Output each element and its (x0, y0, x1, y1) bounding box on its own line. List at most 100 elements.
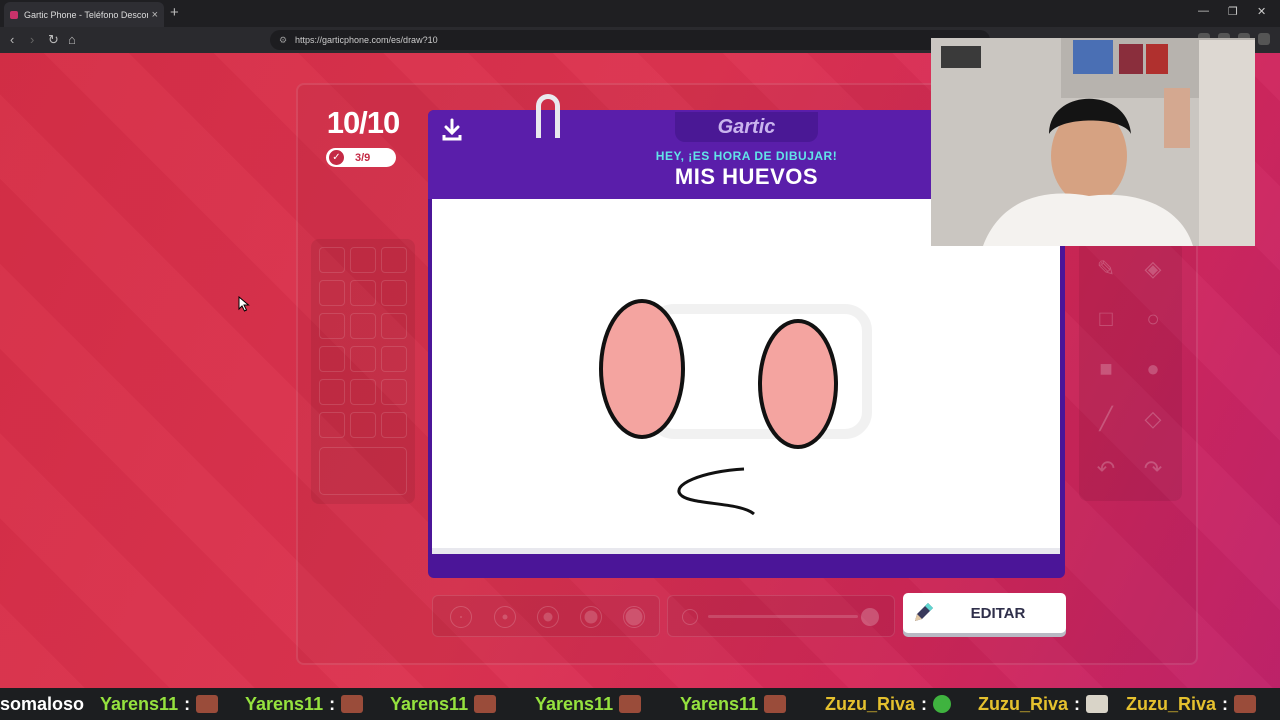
opacity-slider[interactable] (667, 595, 895, 637)
check-icon: ✓ (329, 150, 344, 165)
edit-button[interactable]: EDITAR (903, 593, 1066, 633)
notebook-ring (536, 94, 560, 138)
color-swatch[interactable] (350, 280, 376, 306)
ellipse-fill-tool-icon[interactable]: ● (1135, 351, 1171, 387)
color-swatch[interactable] (350, 313, 376, 339)
opacity-handle[interactable] (861, 608, 879, 626)
chat-message: Yarens11 (390, 693, 497, 715)
undo-icon[interactable]: ↶ (1088, 451, 1124, 487)
chat-separator: : (921, 694, 928, 714)
color-swatch[interactable] (319, 379, 345, 405)
color-swatch[interactable] (350, 247, 376, 273)
brush-size-selector (432, 595, 660, 637)
brush-size-option[interactable] (450, 606, 472, 628)
color-swatch[interactable] (381, 313, 407, 339)
new-tab-icon[interactable]: + (170, 4, 179, 21)
color-swatch[interactable] (319, 412, 345, 438)
tab-title: Gartic Phone - Teléfono Descom... (24, 9, 148, 20)
brush-size-option[interactable] (494, 606, 516, 628)
chat-message: somaloso (0, 693, 84, 715)
streamer-webcam (931, 38, 1255, 246)
chat-username: Yarens11 (100, 694, 179, 714)
chat-emote-icon (933, 695, 952, 713)
pencil-tool-icon[interactable]: ✎ (1088, 251, 1124, 287)
ellipse-outline-tool-icon[interactable]: ○ (1135, 301, 1171, 337)
color-swatch[interactable] (381, 247, 407, 273)
chat-username: Yarens11 (535, 694, 614, 714)
chat-message: Zuzu_Riva: (825, 693, 952, 715)
color-swatch[interactable] (319, 280, 345, 306)
brush-size-option[interactable] (537, 606, 559, 628)
redo-icon[interactable]: ↷ (1135, 451, 1171, 487)
chat-emote-icon (619, 695, 642, 713)
chat-username: Zuzu_Riva (1126, 694, 1217, 714)
round-counter: 10/10 (326, 105, 401, 140)
webcam-image (931, 38, 1255, 246)
chat-username: Yarens11 (245, 694, 324, 714)
back-icon[interactable]: ‹ (10, 32, 14, 47)
restore-icon[interactable]: ❐ (1228, 5, 1238, 18)
brush-size-option[interactable] (623, 606, 645, 628)
chat-username: somaloso (0, 694, 85, 714)
drawn-egg-right (758, 319, 838, 449)
players-done-badge: ✓ 3/9 (326, 148, 396, 167)
players-done-count: 3/9 (355, 151, 371, 164)
drawing-canvas[interactable] (432, 199, 1060, 554)
browser-tab[interactable]: Gartic Phone - Teléfono Descom... × (4, 2, 164, 27)
chat-message: Yarens11 (680, 693, 787, 715)
chat-ticker: somaloso Yarens11: Yarens11: Yarens11 Ya… (0, 688, 1280, 720)
player-drawing (599, 299, 872, 516)
chat-emote-icon (764, 695, 787, 713)
forward-icon[interactable]: › (30, 32, 34, 47)
color-swatch[interactable] (381, 412, 407, 438)
rectangle-outline-tool-icon[interactable]: □ (1088, 301, 1124, 337)
mouse-cursor-icon (238, 296, 250, 312)
close-tab-icon[interactable]: × (152, 9, 158, 21)
chat-emote-icon (1086, 695, 1109, 713)
line-tool-icon[interactable]: ╱ (1088, 401, 1124, 437)
drawn-mouth (677, 467, 755, 516)
color-swatch[interactable] (319, 346, 345, 372)
color-swatch[interactable] (381, 346, 407, 372)
color-swatch[interactable] (350, 379, 376, 405)
minimize-icon[interactable]: — (1198, 5, 1209, 17)
pencil-icon (915, 603, 933, 621)
color-palette (311, 239, 415, 504)
chat-emote-icon (1234, 695, 1257, 713)
chat-username: Zuzu_Riva (978, 694, 1069, 714)
rectangle-fill-tool-icon[interactable]: ■ (1088, 351, 1124, 387)
color-swatch[interactable] (319, 313, 345, 339)
chat-separator: : (1074, 694, 1081, 714)
chat-username: Yarens11 (390, 694, 469, 714)
address-bar[interactable]: ⚙ https://garticphone.com/es/draw?10 (270, 30, 990, 50)
chat-emote-icon (474, 695, 497, 713)
opacity-min-icon (682, 609, 698, 625)
chat-emote-icon (341, 695, 364, 713)
eraser-tool-icon[interactable]: ◈ (1135, 251, 1171, 287)
chat-separator: : (329, 694, 336, 714)
close-window-icon[interactable]: ✕ (1257, 5, 1266, 18)
brush-size-option[interactable] (580, 606, 602, 628)
url-text: https://garticphone.com/es/draw?10 (295, 35, 438, 45)
bucket-tool-icon[interactable]: ◇ (1135, 401, 1171, 437)
edit-button-label: EDITAR (970, 604, 1026, 622)
color-swatch[interactable] (381, 379, 407, 405)
menu-icon[interactable] (1258, 33, 1270, 45)
reload-icon[interactable]: ↻ (48, 32, 59, 47)
download-icon[interactable] (441, 118, 463, 142)
color-swatch[interactable] (350, 346, 376, 372)
color-swatch[interactable] (381, 280, 407, 306)
color-swatch[interactable] (350, 412, 376, 438)
chat-separator: : (1222, 694, 1229, 714)
drawn-egg-left (599, 299, 685, 439)
drawing-tools: ✎ ◈ □ ○ ■ ● ╱ ◇ ↶ ↷ (1079, 241, 1182, 501)
gartic-favicon-icon (10, 10, 18, 19)
opacity-track[interactable] (708, 615, 858, 618)
chat-emote-icon (196, 695, 219, 713)
site-info-icon[interactable]: ⚙ (279, 30, 287, 50)
chat-message: Yarens11: (100, 693, 219, 715)
home-icon[interactable]: ⌂ (68, 32, 76, 47)
chat-message: Yarens11: (245, 693, 364, 715)
color-swatch[interactable] (319, 247, 345, 273)
custom-color-picker[interactable] (319, 447, 407, 495)
